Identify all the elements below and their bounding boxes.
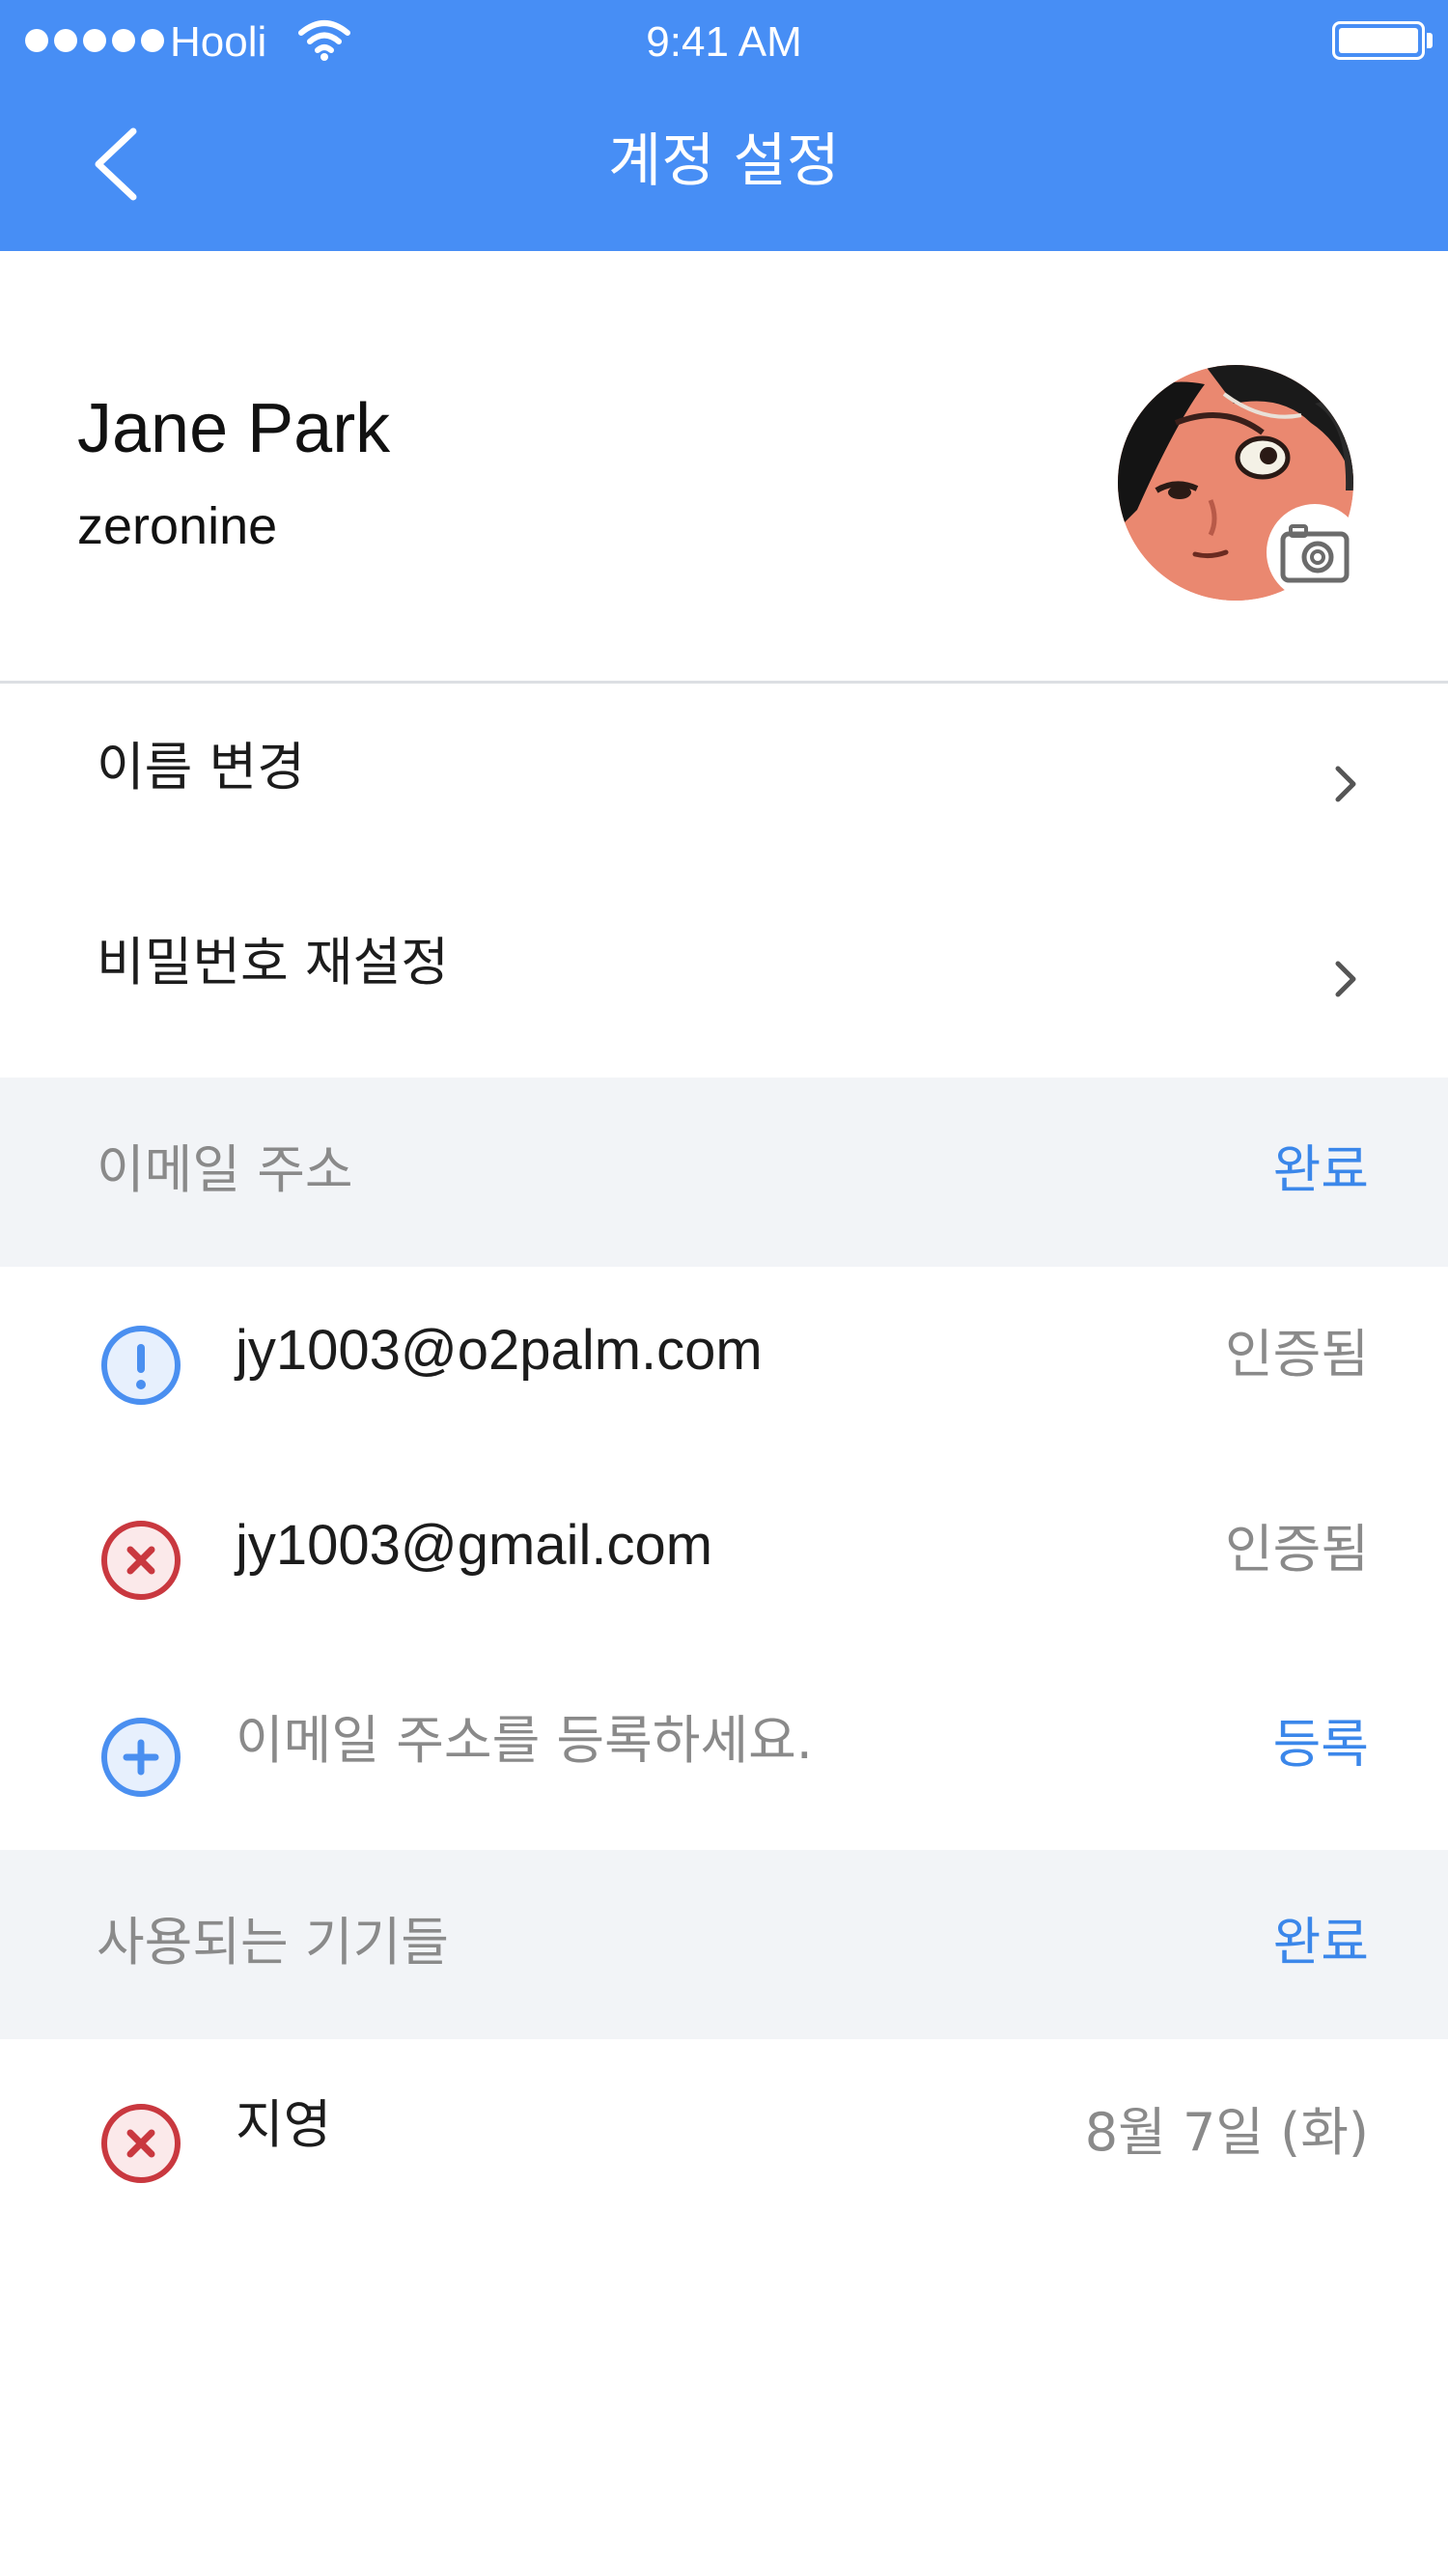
- add-email-input[interactable]: 이메일 주소를 등록하세요.: [236, 1707, 813, 1775]
- camera-icon: [1280, 524, 1350, 583]
- device-row: 지영 8월 7일 (화): [0, 2039, 1448, 2232]
- battery-icon: [1332, 21, 1425, 60]
- chevron-right-icon: [1335, 766, 1356, 802]
- email-address: jy1003@o2palm.com: [236, 1319, 763, 1382]
- devices-section-header: 사용되는 기기들 완료: [0, 1850, 1448, 2039]
- alert-icon[interactable]: [100, 1325, 181, 1406]
- email-done-button[interactable]: 완료: [1273, 1135, 1369, 1205]
- section-title: 사용되는 기기들: [97, 1912, 449, 1973]
- email-row: jy1003@gmail.com 인증됨: [0, 1460, 1448, 1653]
- app-header: Hooli 9:41 AM 계정 설정: [0, 0, 1448, 251]
- status-time: 9:41 AM: [646, 18, 802, 66]
- device-name: 지영: [236, 2094, 332, 2155]
- email-address: jy1003@gmail.com: [236, 1514, 713, 1577]
- verification-status: 인증됨: [1224, 1519, 1369, 1580]
- menu-item-label: 이름 변경: [97, 737, 305, 798]
- profile-username: zeronine: [77, 497, 278, 555]
- page-title: 계정 설정: [608, 127, 840, 195]
- devices-done-button[interactable]: 완료: [1273, 1908, 1369, 1977]
- change-photo-button[interactable]: [1267, 504, 1363, 601]
- section-title: 이메일 주소: [97, 1139, 353, 1200]
- menu-item-label: 비밀번호 재설정: [97, 932, 449, 993]
- add-email-row: 이메일 주소를 등록하세요. 등록: [0, 1653, 1448, 1850]
- status-bar: Hooli 9:41 AM: [0, 0, 1448, 83]
- profile-card: Jane Park zeronine: [0, 251, 1448, 684]
- remove-icon[interactable]: [100, 2103, 181, 2184]
- add-icon[interactable]: [100, 1717, 181, 1798]
- remove-icon[interactable]: [100, 1520, 181, 1601]
- device-last-used-date: 8월 7일 (화): [1084, 2102, 1369, 2163]
- menu-item-change-name[interactable]: 이름 변경: [0, 686, 1448, 879]
- register-email-button[interactable]: 등록: [1273, 1711, 1369, 1778]
- verification-status: 인증됨: [1224, 1324, 1369, 1385]
- battery-tip: [1427, 33, 1433, 48]
- email-row: jy1003@o2palm.com 인증됨: [0, 1267, 1448, 1460]
- email-section-header: 이메일 주소 완료: [0, 1078, 1448, 1267]
- menu-item-reset-password[interactable]: 비밀번호 재설정: [0, 879, 1448, 1078]
- profile-name: Jane Park: [77, 390, 391, 467]
- chevron-right-icon: [1335, 961, 1356, 997]
